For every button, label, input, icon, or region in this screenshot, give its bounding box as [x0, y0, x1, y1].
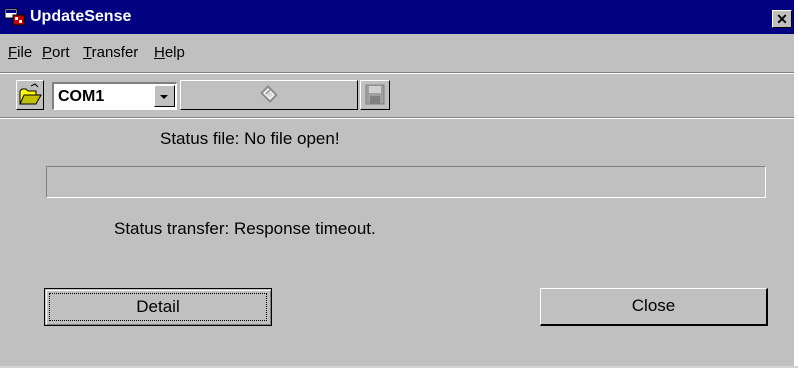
floppy-disk-icon	[365, 84, 385, 105]
close-icon: ✕	[776, 11, 788, 27]
port-select[interactable]: COM1	[52, 82, 177, 110]
status-file-label: Status file: No file open!	[160, 129, 340, 148]
window-title: UpdateSense	[30, 8, 132, 25]
save-button[interactable]	[360, 80, 390, 110]
chevron-down-icon	[160, 95, 168, 99]
toolbar-divider	[0, 117, 794, 119]
port-dropdown-button[interactable]	[154, 85, 175, 107]
menu-bar: File Port Transfer Help	[0, 36, 794, 72]
title-bar[interactable]: UpdateSense ✕	[0, 0, 794, 34]
close-button-label: Close	[631, 296, 676, 315]
menu-divider	[0, 72, 794, 74]
detail-button-label: Detail	[136, 297, 180, 316]
open-file-button[interactable]	[16, 80, 44, 110]
screen-edge-right	[794, 0, 798, 368]
folder-open-icon	[19, 83, 42, 105]
transfer-button[interactable]	[180, 80, 358, 110]
menu-help[interactable]: Help	[154, 44, 185, 62]
port-select-value: COM1	[58, 88, 105, 105]
status-transfer-label: Status transfer: Response timeout.	[114, 219, 376, 238]
detail-button[interactable]: Detail	[44, 288, 272, 326]
close-button[interactable]: Close	[540, 288, 768, 326]
transfer-tape-icon	[260, 85, 278, 103]
menu-transfer[interactable]: Transfer	[83, 44, 138, 62]
app-icon	[4, 8, 25, 26]
window-close-button[interactable]: ✕	[772, 10, 792, 28]
menu-file[interactable]: File	[8, 44, 32, 62]
transfer-progress-bar	[46, 166, 766, 198]
update-sense-window: UpdateSense ✕ File Port Transfer Help CO…	[0, 0, 794, 366]
menu-port[interactable]: Port	[42, 44, 70, 62]
